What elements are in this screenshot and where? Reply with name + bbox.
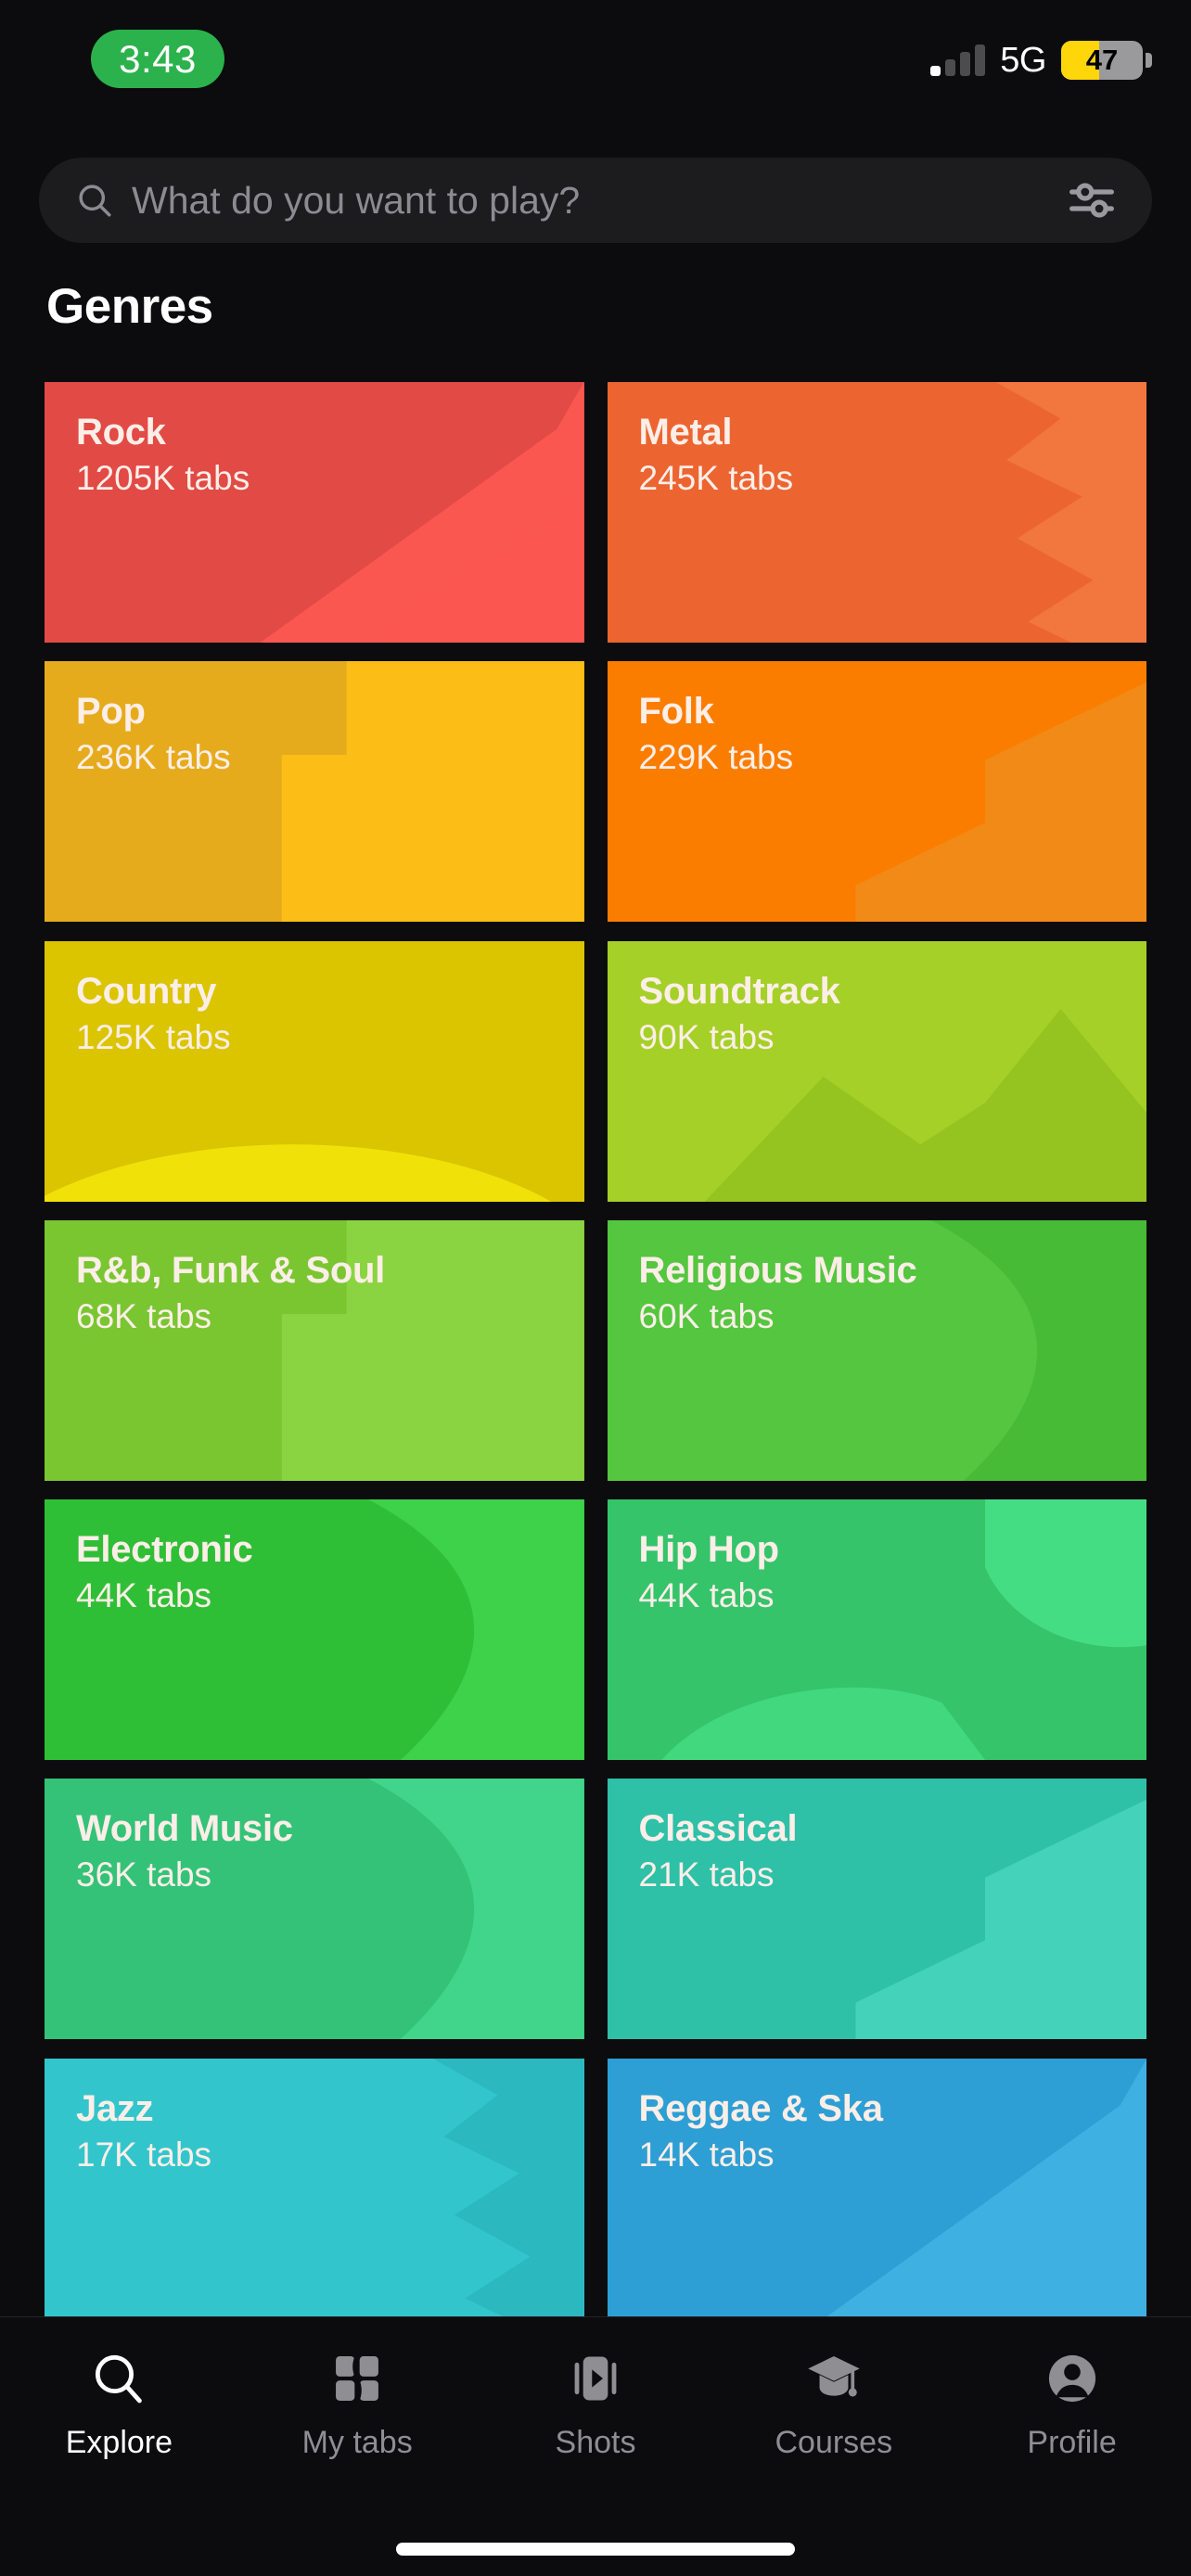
genre-tab-count: 21K tabs xyxy=(638,1855,775,1894)
status-bar: 3:43 5G 47 xyxy=(0,0,1191,102)
tab-label: Courses xyxy=(775,2425,893,2460)
genre-name: Metal xyxy=(638,412,733,453)
genre-card-text: Metal 245K tabs xyxy=(608,382,1147,498)
tab-profile[interactable]: Profile xyxy=(953,2349,1191,2461)
genre-name: Reggae & Ska xyxy=(638,2087,883,2129)
genre-card[interactable]: Hip Hop 44K tabs xyxy=(607,1499,1147,1761)
tab-label: Profile xyxy=(1027,2425,1117,2460)
genre-name: Rock xyxy=(76,412,166,453)
video-play-icon xyxy=(566,2349,625,2408)
home-indicator[interactable] xyxy=(396,2543,795,2556)
battery-icon: 47 xyxy=(1061,41,1152,80)
genre-card[interactable]: Pop 236K tabs xyxy=(45,661,584,923)
genre-tab-count: 245K tabs xyxy=(638,459,794,497)
genre-card-text: World Music 36K tabs xyxy=(45,1779,584,1894)
genre-card[interactable]: Folk 229K tabs xyxy=(607,661,1147,923)
graduation-cap-icon xyxy=(804,2349,864,2408)
genre-card[interactable]: World Music 36K tabs xyxy=(45,1779,584,2040)
search-bar[interactable]: What do you want to play? xyxy=(39,158,1152,243)
genre-card-text: Jazz 17K tabs xyxy=(45,2059,584,2174)
tab-my-tabs[interactable]: My tabs xyxy=(238,2349,477,2461)
genre-card-text: Soundtrack 90K tabs xyxy=(608,941,1147,1057)
genre-card-text: Pop 236K tabs xyxy=(45,661,584,777)
tab-label: Shots xyxy=(555,2425,636,2460)
sliders-filter-icon[interactable] xyxy=(1067,175,1117,225)
app-screen: 3:43 5G 47 What do you want to play? Gen… xyxy=(0,0,1191,2576)
genre-tab-count: 236K tabs xyxy=(76,738,231,777)
genre-card[interactable]: Country 125K tabs xyxy=(45,940,584,1202)
search-icon xyxy=(89,2349,148,2408)
tab-label: My tabs xyxy=(301,2425,413,2460)
genre-tab-count: 17K tabs xyxy=(76,2135,212,2174)
genre-card-text: Electronic 44K tabs xyxy=(45,1499,584,1615)
network-type-label: 5G xyxy=(1000,40,1046,80)
genre-card[interactable]: Metal 245K tabs xyxy=(607,382,1147,643)
genre-tab-count: 125K tabs xyxy=(76,1017,231,1056)
genre-card[interactable]: Jazz 17K tabs xyxy=(45,2058,584,2319)
genre-card-text: Hip Hop 44K tabs xyxy=(608,1499,1147,1615)
search-input[interactable]: What do you want to play? xyxy=(132,179,1067,223)
genre-name: Pop xyxy=(76,691,146,733)
genre-name: Classical xyxy=(638,1808,798,1850)
genre-tab-count: 68K tabs xyxy=(76,1296,212,1335)
genre-tab-count: 229K tabs xyxy=(638,738,794,777)
genre-card-text: Country 125K tabs xyxy=(45,941,584,1057)
person-avatar-icon xyxy=(1043,2349,1102,2408)
genre-card-text: R&b, Funk & Soul 68K tabs xyxy=(45,1220,584,1336)
genre-name: Hip Hop xyxy=(638,1529,780,1571)
genre-tab-count: 1205K tabs xyxy=(76,459,250,497)
genre-name: Country xyxy=(76,970,217,1012)
genre-card-text: Folk 229K tabs xyxy=(608,661,1147,777)
genres-grid: Rock 1205K tabs Metal 245K tabs Pop 236K tabs… xyxy=(45,382,1146,2320)
genre-tab-count: 44K tabs xyxy=(76,1576,212,1615)
tab-courses[interactable]: Courses xyxy=(714,2349,953,2461)
genre-card[interactable]: Religious Music 60K tabs xyxy=(607,1219,1147,1481)
tab-shots[interactable]: Shots xyxy=(477,2349,715,2461)
status-time: 3:43 xyxy=(119,36,197,81)
page-title: Genres xyxy=(46,279,213,334)
tab-label: Explore xyxy=(65,2425,173,2460)
battery-percent-label: 47 xyxy=(1085,44,1119,76)
genre-card-text: Reggae & Ska 14K tabs xyxy=(608,2059,1147,2174)
genre-name: Folk xyxy=(638,691,714,733)
genre-name: Soundtrack xyxy=(638,970,840,1012)
genre-card[interactable]: Rock 1205K tabs xyxy=(45,382,584,643)
genre-card[interactable]: Classical 21K tabs xyxy=(607,1779,1147,2040)
bottom-tab-bar: Explore My tabs Shots Courses Profile xyxy=(0,2316,1191,2576)
genre-name: World Music xyxy=(76,1808,293,1850)
status-time-pill: 3:43 xyxy=(91,30,224,88)
grid-tabs-icon xyxy=(327,2349,387,2408)
genre-tab-count: 90K tabs xyxy=(638,1017,775,1056)
genre-card-text: Classical 21K tabs xyxy=(608,1779,1147,1894)
genre-tab-count: 36K tabs xyxy=(76,1855,212,1894)
genre-name: Jazz xyxy=(76,2087,154,2129)
genre-card[interactable]: Soundtrack 90K tabs xyxy=(607,940,1147,1202)
genre-name: R&b, Funk & Soul xyxy=(76,1249,385,1291)
genre-name: Electronic xyxy=(76,1529,253,1571)
genre-name: Religious Music xyxy=(638,1249,917,1291)
genre-card-text: Rock 1205K tabs xyxy=(45,382,584,498)
genre-tab-count: 60K tabs xyxy=(638,1296,775,1335)
signal-strength-icon xyxy=(930,45,986,76)
genre-tab-count: 14K tabs xyxy=(638,2135,775,2174)
genre-card-text: Religious Music 60K tabs xyxy=(608,1220,1147,1336)
genre-card[interactable]: R&b, Funk & Soul 68K tabs xyxy=(45,1219,584,1481)
search-icon xyxy=(79,185,111,217)
status-indicators: 5G 47 xyxy=(930,39,1152,82)
genre-card[interactable]: Reggae & Ska 14K tabs xyxy=(607,2058,1147,2319)
genre-tab-count: 44K tabs xyxy=(638,1576,775,1615)
genre-card[interactable]: Electronic 44K tabs xyxy=(45,1499,584,1761)
tab-explore[interactable]: Explore xyxy=(0,2349,238,2461)
